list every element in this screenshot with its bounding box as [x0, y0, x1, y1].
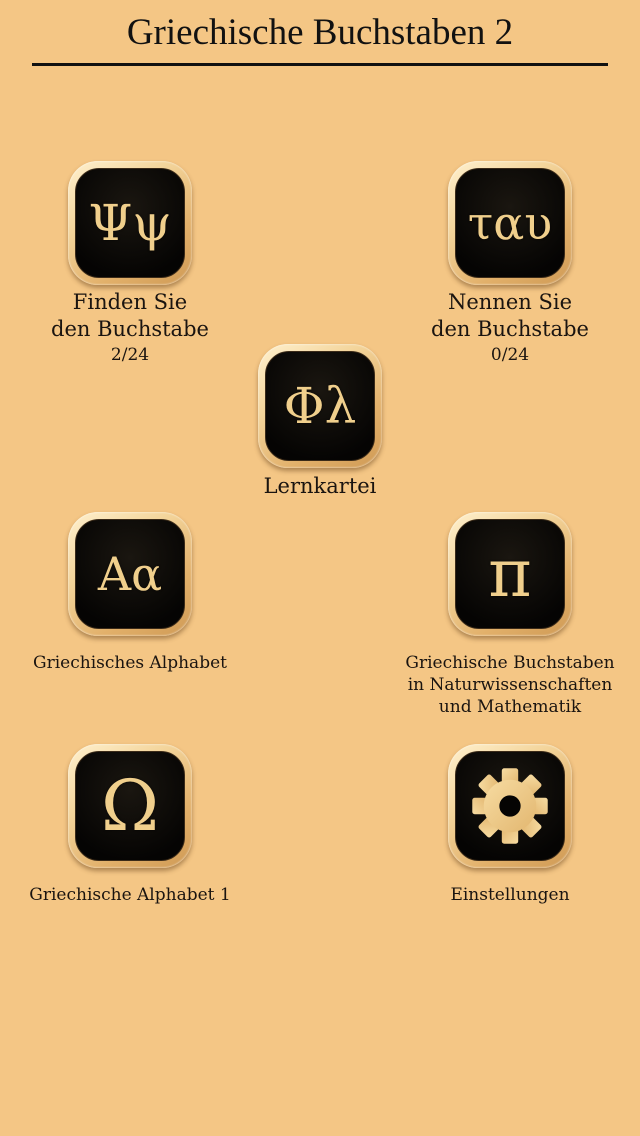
find-letter-progress: 2/24 — [110, 345, 150, 365]
gear-icon — [472, 768, 548, 844]
name-letter-progress: 0/24 — [490, 345, 530, 365]
alphabet-label[interactable]: Griechisches Alphabet — [10, 652, 250, 674]
phi-lambda-icon: Φλ — [283, 377, 357, 435]
name-letter-button[interactable]: ταυ — [448, 161, 572, 285]
science-label[interactable]: Griechische Buchstaben in Naturwissensch… — [390, 652, 630, 718]
find-letter-label[interactable]: Finden Sie den Buchstabe — [10, 289, 250, 343]
find-letter-label-line-2: den Buchstabe — [51, 317, 209, 341]
tau-word-icon: ταυ — [467, 196, 553, 250]
science-label-line-2: in Naturwissenschaften — [407, 675, 613, 695]
settings-button[interactable] — [448, 744, 572, 868]
page-title: Griechische Buchstaben 2 — [126, 12, 514, 53]
pi-icon: π — [488, 535, 532, 612]
alphabet-1-button[interactable]: Ω — [68, 744, 192, 868]
settings-label[interactable]: Einstellungen — [390, 884, 630, 906]
flashcards-button[interactable]: Φλ — [258, 344, 382, 468]
find-letter-label-line-1: Finden Sie — [72, 290, 188, 314]
flashcards-label[interactable]: Lernkartei — [200, 473, 440, 500]
science-label-line-3: und Mathematik — [438, 697, 582, 717]
name-letter-label-line-2: den Buchstabe — [431, 317, 589, 341]
science-button[interactable]: π — [448, 512, 572, 636]
psi-letters-icon: Ψψ — [88, 194, 172, 252]
science-label-line-1: Griechische Buchstaben — [405, 653, 615, 673]
name-letter-label[interactable]: Nennen Sie den Buchstabe — [390, 289, 630, 343]
omega-icon: Ω — [100, 765, 160, 847]
find-letter-button[interactable]: Ψψ — [68, 161, 192, 285]
name-letter-label-line-1: Nennen Sie — [447, 290, 572, 314]
alpha-letters-icon: Αα — [97, 547, 163, 601]
alphabet-button[interactable]: Αα — [68, 512, 192, 636]
title-divider — [32, 63, 608, 66]
alphabet-1-label[interactable]: Griechische Alphabet 1 — [10, 884, 250, 906]
